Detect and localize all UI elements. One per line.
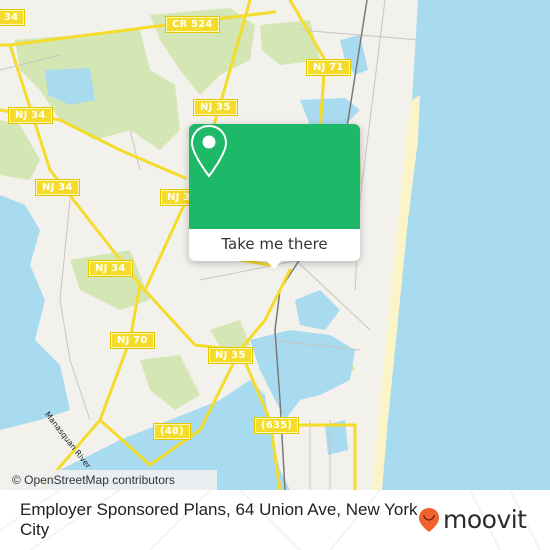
popup-header (189, 124, 360, 229)
moovit-wordmark: moovit (443, 505, 527, 534)
bay-west (0, 195, 70, 430)
park-area (15, 30, 180, 150)
park-area (140, 355, 200, 410)
take-me-there-button[interactable]: Take me there (189, 229, 360, 261)
road-label-nj35: NJ 35 (194, 100, 237, 115)
map-pin-icon (190, 124, 228, 178)
road-label-nj70: NJ 70 (111, 333, 154, 348)
road-label-635: (635) (255, 418, 299, 433)
road-label-nj34: 34 (0, 10, 25, 25)
location-title: Employer Sponsored Plans, 64 Union Ave, … (20, 500, 418, 539)
moovit-logo[interactable]: moovit (418, 506, 527, 534)
road-label-nj71: NJ 71 (307, 60, 350, 75)
road-label-nj35: NJ 35 (209, 348, 252, 363)
road-label-cr524: CR 524 (166, 17, 219, 32)
map[interactable]: 34 CR 524 NJ 71 NJ 35 NJ 34 NJ 34 NJ 3 N… (0, 0, 550, 490)
road-label-nj34: NJ 34 (89, 261, 132, 276)
map-attribution[interactable]: © OpenStreetMap contributors (10, 470, 217, 490)
popup-pointer (266, 260, 282, 269)
road-label-48: (48) (154, 424, 190, 439)
location-popup: Take me there (189, 124, 360, 269)
footer: Employer Sponsored Plans, 64 Union Ave, … (0, 490, 550, 550)
park-area (0, 120, 40, 180)
park-area (260, 20, 320, 65)
moovit-pin-icon (419, 508, 439, 532)
road-label-nj34: NJ 34 (36, 180, 79, 195)
road-label-nj34: NJ 34 (9, 108, 52, 123)
